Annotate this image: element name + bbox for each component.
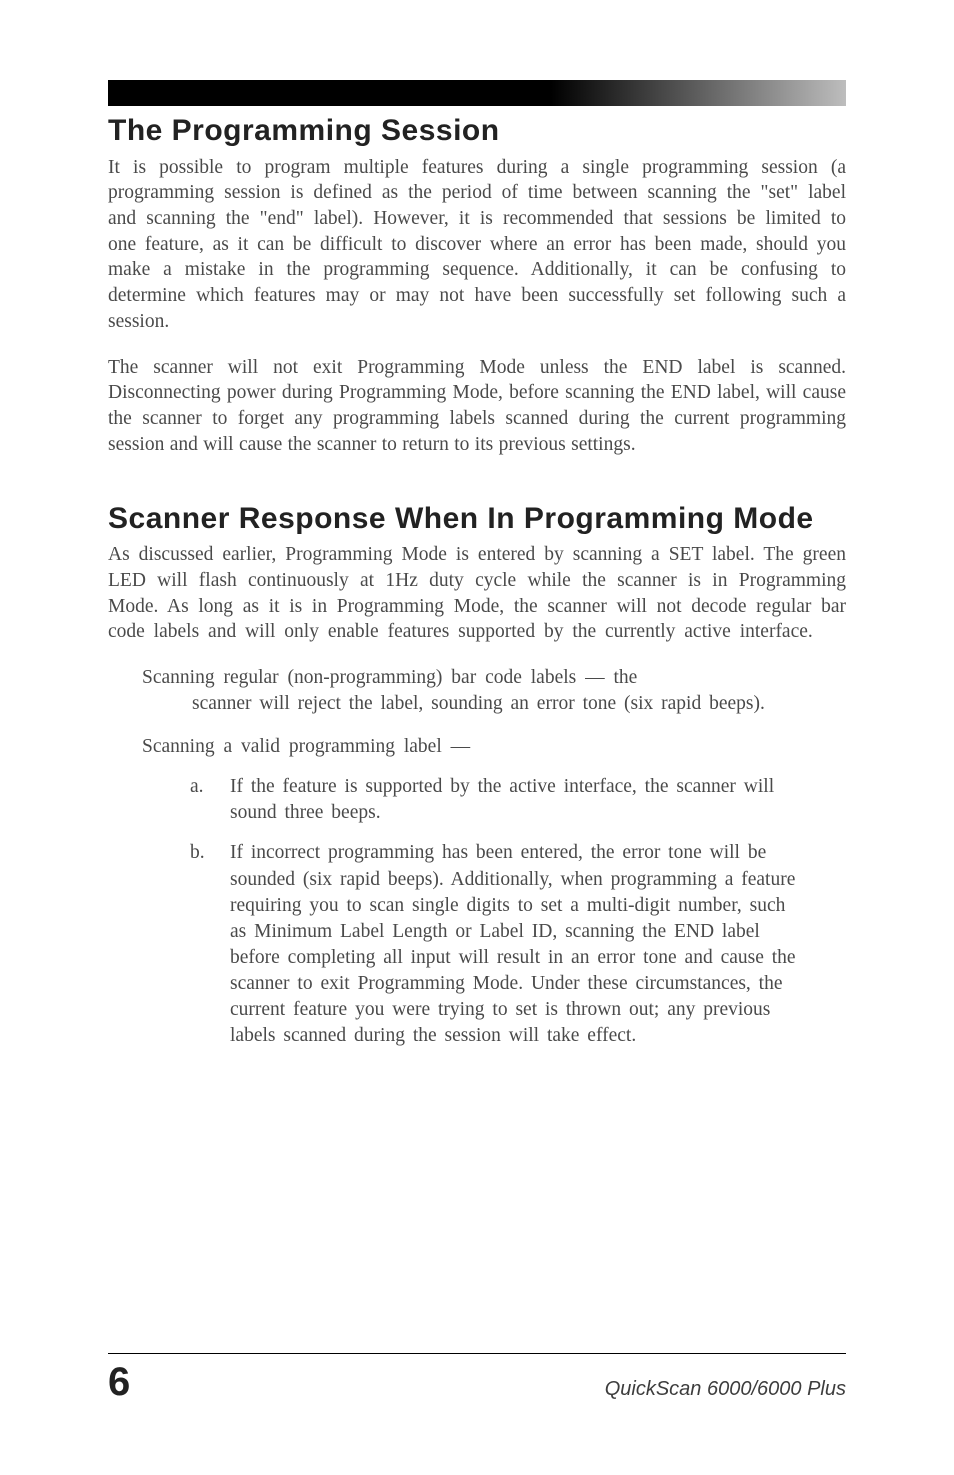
list-text: If incorrect programming has been entere… (230, 840, 806, 1049)
text-line: Scanning a valid programming label — (142, 734, 822, 760)
heading-scanner-response: Scanner Response When In Programming Mod… (108, 502, 846, 537)
paragraph: The scanner will not exit Programming Mo… (108, 355, 846, 458)
page: The Programming Session It is possible t… (0, 0, 954, 1475)
hanging-paragraph: Scanning a valid programming label — (142, 734, 846, 760)
footer-row: 6 QuickScan 6000/6000 Plus (108, 1360, 846, 1405)
page-footer: 6 QuickScan 6000/6000 Plus (108, 1353, 846, 1405)
paragraph: It is possible to program multiple featu… (108, 155, 846, 335)
ordered-list: a. If the feature is supported by the ac… (190, 774, 846, 1049)
hanging-paragraph: Scanning regular (non-programming) bar c… (142, 665, 846, 716)
paragraph: As discussed earlier, Programming Mode i… (108, 542, 846, 645)
text-line: scanner will reject the label, sounding … (192, 691, 822, 717)
list-item: a. If the feature is supported by the ac… (190, 774, 806, 826)
footer-rule (108, 1353, 846, 1354)
list-marker: a. (190, 774, 230, 826)
list-item: b. If incorrect programming has been ent… (190, 840, 806, 1049)
list-text: If the feature is supported by the activ… (230, 774, 806, 826)
header-bar (108, 80, 846, 106)
text-line: Scanning regular (non-programming) bar c… (142, 665, 822, 691)
product-name: QuickScan 6000/6000 Plus (605, 1378, 846, 1401)
list-marker: b. (190, 840, 230, 1049)
heading-programming-session: The Programming Session (108, 114, 846, 149)
page-number: 6 (108, 1360, 130, 1405)
